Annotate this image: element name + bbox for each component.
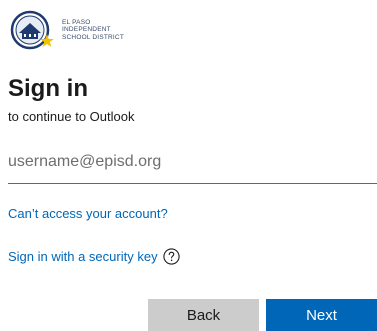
security-key-row: Sign in with a security key (8, 248, 180, 265)
page-subtitle: to continue to Outlook (8, 109, 135, 124)
logo-text: EL PASO INDEPENDENT SCHOOL DISTRICT (62, 19, 124, 42)
security-key-link[interactable]: Sign in with a security key (8, 249, 158, 265)
question-circle-icon[interactable] (162, 248, 180, 265)
district-logo: EL PASO INDEPENDENT SCHOOL DISTRICT (10, 10, 124, 50)
page-title: Sign in (8, 75, 88, 102)
back-button[interactable]: Back (148, 299, 259, 331)
username-field-container (8, 147, 377, 184)
logo-line-3: SCHOOL DISTRICT (62, 33, 124, 41)
next-button[interactable]: Next (266, 299, 377, 331)
cant-access-account-link[interactable]: Can’t access your account? (8, 206, 168, 222)
logo-line-1: EL PASO (62, 18, 91, 26)
logo-line-2: INDEPENDENT (62, 26, 111, 34)
episd-seal-icon (10, 10, 54, 50)
username-input[interactable] (8, 147, 377, 177)
